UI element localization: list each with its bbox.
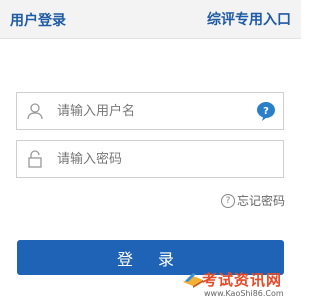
question-circle-icon: ? [220,193,235,208]
username-input[interactable] [57,101,257,121]
user-icon [27,103,43,120]
site-watermark: 考试资讯网 www.KaoShi86.Com [180,266,301,305]
lock-icon [28,150,42,168]
forgot-password-label: 忘记密码 [236,194,285,208]
watermark-text: 考试资讯网 [202,271,283,289]
watermark-url: www.KaoShi86.Com [204,289,284,298]
question-help-icon[interactable]: ? [255,100,277,122]
password-field[interactable] [16,140,284,178]
page-title: 用户登录 [10,13,66,29]
svg-text:?: ? [263,106,269,117]
login-header: 用户登录 综评专用入口 [0,0,301,39]
password-input[interactable] [57,149,257,169]
book-icon [183,273,203,288]
username-field[interactable]: ? [16,92,284,130]
special-entry-link[interactable]: 综评专用入口 [207,9,291,29]
forgot-password-link[interactable]: ? 忘记密码 [220,192,285,209]
